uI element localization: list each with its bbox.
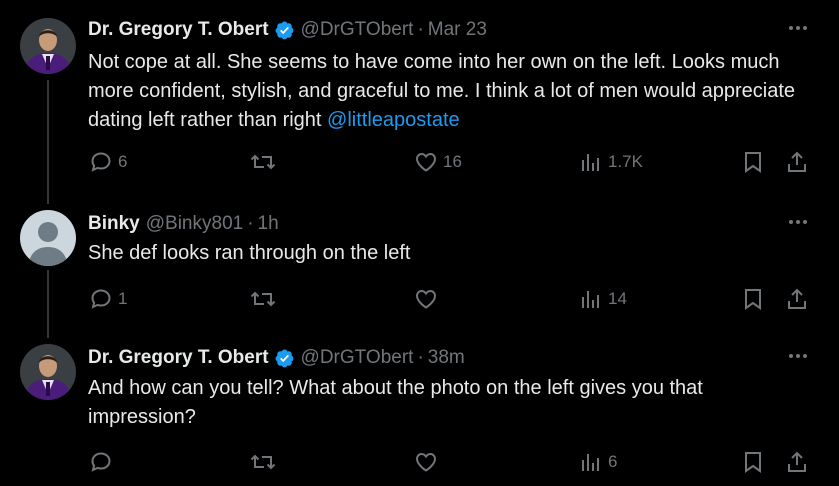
like-count: 16 (443, 152, 462, 171)
analytics-icon (582, 154, 599, 171)
tweet[interactable]: Binky @Binky801 · 1h She def looks ran t… (0, 210, 839, 320)
tweet[interactable]: Dr. Gregory T. Obert @DrGTObert · 38m An… (0, 344, 839, 486)
action-bar: 6 (0, 447, 839, 477)
retweet-button[interactable] (250, 147, 281, 177)
heart-icon (415, 452, 437, 472)
mention-link[interactable]: @littleapostate (327, 109, 460, 131)
bookmark-button[interactable] (742, 284, 764, 314)
tweet-text: She def looks ran through on the left (88, 239, 808, 268)
bookmark-icon (745, 152, 761, 173)
more-options-icon[interactable] (789, 16, 807, 40)
tweet-text: And how can you tell? What about the pho… (88, 374, 808, 432)
heart-icon (415, 289, 437, 309)
share-button[interactable] (785, 284, 809, 314)
like-button[interactable]: 16 (414, 147, 462, 177)
retweet-icon (250, 154, 276, 170)
action-bar: 6 16 1.7K (0, 147, 839, 177)
reply-icon (91, 289, 111, 309)
tweet-header: Dr. Gregory T. Obert @DrGTObert · 38m (88, 344, 465, 372)
author-name[interactable]: Dr. Gregory T. Obert (88, 19, 269, 41)
separator-dot: · (247, 213, 254, 234)
avatar[interactable] (20, 210, 76, 266)
more-options-icon[interactable] (789, 210, 807, 234)
verified-badge-icon (274, 348, 295, 369)
bookmark-icon (745, 452, 761, 473)
author-handle[interactable]: @Binky801 (146, 213, 243, 235)
share-button[interactable] (785, 147, 809, 177)
author-handle[interactable]: @DrGTObert (301, 19, 414, 41)
avatar-photo-icon (20, 18, 76, 74)
avatar-photo-icon (20, 344, 76, 400)
avatar[interactable] (20, 344, 76, 400)
tweet[interactable]: Dr. Gregory T. Obert @DrGTObert · Mar 23… (0, 16, 839, 186)
separator-dot: · (417, 19, 424, 40)
reply-button[interactable]: 1 (89, 284, 127, 314)
action-bar: 1 14 (0, 284, 839, 314)
like-button[interactable] (414, 447, 443, 477)
reply-count: 1 (118, 289, 128, 308)
analytics-icon (582, 454, 599, 471)
tweet-header: Binky @Binky801 · 1h (88, 210, 279, 238)
reply-icon (91, 152, 111, 172)
avatar[interactable] (20, 18, 76, 74)
author-name[interactable]: Binky (88, 213, 140, 235)
share-icon (788, 288, 806, 309)
views-button[interactable]: 14 (579, 284, 627, 314)
author-handle[interactable]: @DrGTObert (301, 347, 414, 369)
retweet-button[interactable] (250, 447, 281, 477)
view-count: 14 (608, 289, 627, 308)
author-name[interactable]: Dr. Gregory T. Obert (88, 347, 269, 369)
reply-button[interactable] (89, 447, 118, 477)
view-count: 1.7K (608, 152, 643, 171)
retweet-icon (250, 291, 276, 307)
reply-count: 6 (118, 152, 128, 171)
reply-button[interactable]: 6 (89, 147, 127, 177)
bookmark-button[interactable] (742, 147, 764, 177)
analytics-icon (582, 291, 599, 308)
tweet-body: And how can you tell? What about the pho… (88, 377, 703, 428)
timestamp[interactable]: 38m (428, 347, 465, 369)
like-button[interactable] (414, 284, 443, 314)
bookmark-icon (745, 289, 761, 310)
default-profile-icon (20, 210, 76, 266)
views-button[interactable]: 1.7K (579, 147, 643, 177)
more-options-icon[interactable] (789, 344, 807, 368)
timestamp[interactable]: 1h (258, 213, 279, 235)
tweet-body: She def looks ran through on the left (88, 242, 411, 264)
retweet-icon (250, 454, 276, 470)
retweet-button[interactable] (250, 284, 281, 314)
views-button[interactable]: 6 (579, 447, 617, 477)
view-count: 6 (608, 452, 618, 471)
tweet-header: Dr. Gregory T. Obert @DrGTObert · Mar 23 (88, 16, 487, 44)
timestamp[interactable]: Mar 23 (428, 19, 487, 41)
tweet-text: Not cope at all. She seems to have come … (88, 48, 808, 135)
separator-dot: · (417, 347, 424, 368)
share-button[interactable] (785, 447, 809, 477)
verified-badge-icon (274, 20, 295, 41)
share-icon (788, 151, 806, 172)
reply-icon (91, 452, 111, 472)
bookmark-button[interactable] (742, 447, 764, 477)
heart-icon (415, 152, 437, 172)
share-icon (788, 451, 806, 472)
